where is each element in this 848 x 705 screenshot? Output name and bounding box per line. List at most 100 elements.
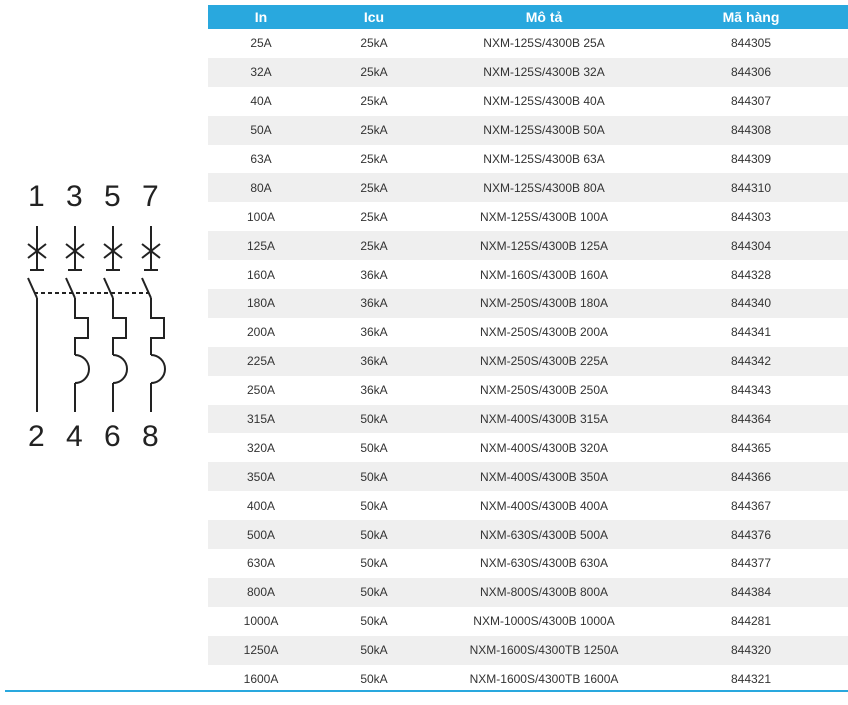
table-row: 400A 50kA NXM-400S/4300B 400A 844367 [208,491,848,521]
table-row: 225A 36kA NXM-250S/4300B 225A 844342 [208,346,848,376]
cell-in: 500A [208,520,314,550]
header-description: Mô tả [434,5,654,29]
cell-icu: 50kA [314,404,434,434]
cell-icu: 50kA [314,549,434,578]
cell-product-code: 844304 [654,231,848,261]
cell-product-code: 844376 [654,520,848,550]
cell-in: 32A [208,57,314,87]
terminal-label: 5 [104,180,121,213]
cell-product-code: 844328 [654,260,848,290]
bottom-rule [5,690,848,692]
cell-in: 315A [208,404,314,434]
table-row: 500A 50kA NXM-630S/4300B 500A 844376 [208,520,848,550]
cell-description: NXM-1000S/4300B 1000A [434,606,654,636]
pole-2 [65,226,90,412]
cell-product-code: 844320 [654,635,848,665]
cell-description: NXM-630S/4300B 630A [434,549,654,578]
table-body: 25A 25kA NXM-125S/4300B 25A 844305 32A 25kA NX… [208,29,848,694]
cell-product-code: 844305 [654,29,848,58]
cell-description: NXM-125S/4300B 50A [434,115,654,145]
cell-in: 320A [208,433,314,463]
table-row: 1000A 50kA NXM-1000S/4300B 1000A 844281 [208,606,848,636]
cell-icu: 36kA [314,346,434,376]
cell-in: 225A [208,346,314,376]
cell-in: 40A [208,86,314,116]
cell-in: 125A [208,231,314,261]
table-row: 25A 25kA NXM-125S/4300B 25A 844305 [208,29,848,58]
table-row: 50A 25kA NXM-125S/4300B 50A 844308 [208,115,848,145]
cell-description: NXM-125S/4300B 125A [434,231,654,261]
cell-in: 350A [208,462,314,492]
pole-1 [27,226,47,412]
table-row: 250A 36kA NXM-250S/4300B 250A 844343 [208,375,848,405]
cell-in: 1000A [208,606,314,636]
cell-in: 180A [208,289,314,318]
cell-icu: 25kA [314,86,434,116]
cell-icu: 50kA [314,606,434,636]
table-row: 315A 50kA NXM-400S/4300B 315A 844364 [208,404,848,434]
terminal-label: 3 [66,180,83,213]
cell-icu: 36kA [314,260,434,290]
cell-description: NXM-800S/4300B 800A [434,577,654,607]
table-row: 200A 36kA NXM-250S/4300B 200A 844341 [208,317,848,347]
cell-product-code: 844367 [654,491,848,521]
pole-3 [103,226,128,412]
cell-in: 25A [208,29,314,58]
cell-product-code: 844307 [654,86,848,116]
cell-icu: 50kA [314,520,434,550]
cell-product-code: 844384 [654,577,848,607]
cell-icu: 50kA [314,462,434,492]
cell-description: NXM-250S/4300B 225A [434,346,654,376]
cell-description: NXM-125S/4300B 32A [434,57,654,87]
cell-product-code: 844342 [654,346,848,376]
terminal-label: 4 [66,420,83,453]
top-terminal-labels: 1 3 5 7 [28,180,159,213]
pole-4 [141,226,166,412]
cell-icu: 50kA [314,635,434,665]
cell-in: 200A [208,317,314,347]
cell-product-code: 844308 [654,115,848,145]
cell-description: NXM-250S/4300B 250A [434,375,654,405]
cell-in: 100A [208,202,314,232]
cell-in: 800A [208,577,314,607]
table-row: 800A 50kA NXM-800S/4300B 800A 844384 [208,577,848,607]
terminal-label: 6 [104,420,121,453]
cell-description: NXM-125S/4300B 100A [434,202,654,232]
cell-icu: 50kA [314,491,434,521]
product-table: In Icu Mô tả Mã hàng 25A 25kA NXM-125S/430… [208,5,848,694]
cell-icu: 36kA [314,289,434,318]
cell-in: 63A [208,144,314,174]
cell-icu: 25kA [314,29,434,58]
cell-in: 250A [208,375,314,405]
cell-description: NXM-250S/4300B 200A [434,317,654,347]
cell-description: NXM-160S/4300B 160A [434,260,654,290]
table-row: 160A 36kA NXM-160S/4300B 160A 844328 [208,260,848,290]
cell-product-code: 844365 [654,433,848,463]
cell-product-code: 844364 [654,404,848,434]
table-row: 630A 50kA NXM-630S/4300B 630A 844377 [208,549,848,578]
cell-product-code: 844303 [654,202,848,232]
cell-icu: 25kA [314,57,434,87]
cell-product-code: 844366 [654,462,848,492]
cell-in: 1250A [208,635,314,665]
cell-description: NXM-250S/4300B 180A [434,289,654,318]
cell-icu: 36kA [314,317,434,347]
cell-icu: 50kA [314,577,434,607]
cell-product-code: 844341 [654,317,848,347]
terminal-label: 1 [28,180,45,213]
terminal-label: 8 [142,420,159,453]
cell-product-code: 844377 [654,549,848,578]
cell-icu: 36kA [314,375,434,405]
table-row: 40A 25kA NXM-125S/4300B 40A 844307 [208,86,848,116]
cell-icu: 25kA [314,173,434,203]
table-row: 180A 36kA NXM-250S/4300B 180A 844340 [208,289,848,318]
cell-description: NXM-125S/4300B 63A [434,144,654,174]
cell-icu: 50kA [314,433,434,463]
table-row: 320A 50kA NXM-400S/4300B 320A 844365 [208,433,848,463]
cell-icu: 25kA [314,231,434,261]
cell-description: NXM-125S/4300B 25A [434,29,654,58]
circuit-diagram: 1 3 5 7 2 4 6 8 [27,180,166,453]
breaker-schematic: 1 3 5 7 2 4 6 8 [0,0,208,705]
cell-product-code: 844281 [654,606,848,636]
terminal-label: 7 [142,180,159,213]
